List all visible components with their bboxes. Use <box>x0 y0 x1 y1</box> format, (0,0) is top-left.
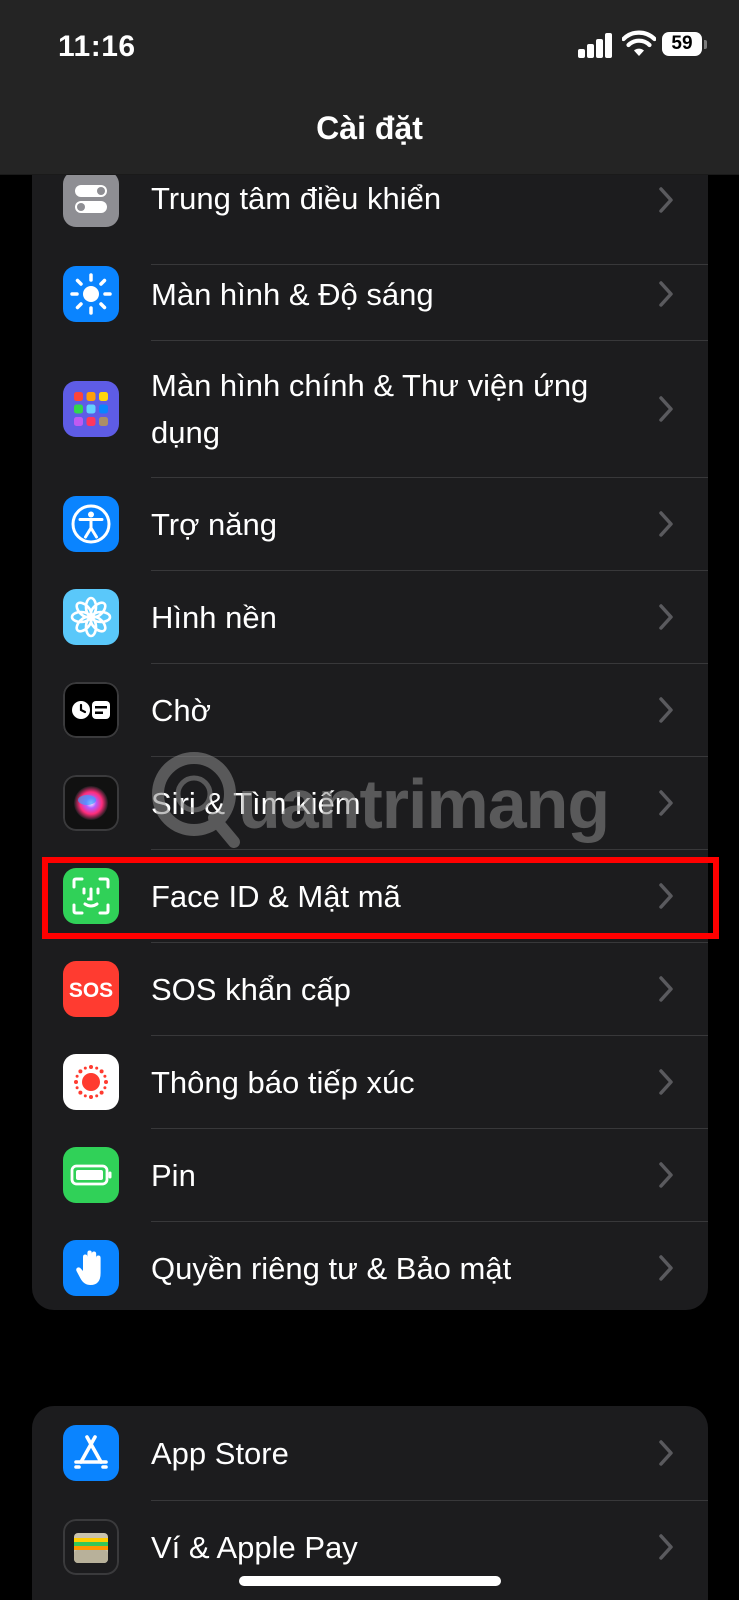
row-label: Trung tâm điều khiển <box>151 181 442 216</box>
chevron-right-icon <box>659 1534 673 1560</box>
row-label: Siri & Tìm kiếm <box>151 786 361 821</box>
row-label: Thông báo tiếp xúc <box>151 1065 415 1100</box>
chevron-right-icon <box>659 604 673 630</box>
status-time: 11:16 <box>58 30 136 63</box>
row-emergency-sos[interactable]: SOS SOS khẩn cấp <box>32 943 708 1036</box>
row-exposure-notifications[interactable]: Thông báo tiếp xúc <box>32 1036 708 1129</box>
app-store-icon <box>63 1425 119 1481</box>
sos-icon: SOS <box>63 961 119 1017</box>
chevron-right-icon <box>659 1440 673 1466</box>
highlight-box <box>42 857 719 939</box>
control-center-icon <box>63 171 119 227</box>
wifi-icon <box>621 30 657 58</box>
row-privacy-security[interactable]: Quyền riêng tư & Bảo mật <box>32 1222 708 1310</box>
row-app-store[interactable]: App Store <box>32 1406 708 1501</box>
chevron-right-icon <box>659 511 673 537</box>
chevron-right-icon <box>659 1069 673 1095</box>
row-label: Hình nền <box>151 600 277 635</box>
row-label: Chờ <box>151 693 211 728</box>
row-label: App Store <box>151 1436 289 1471</box>
battery-icon <box>63 1147 119 1203</box>
row-label: Trợ năng <box>151 507 278 542</box>
row-standby[interactable]: Chờ <box>32 664 708 757</box>
row-accessibility[interactable]: Trợ năng <box>32 478 708 571</box>
page-title: Cài đặt <box>316 110 423 146</box>
chevron-right-icon <box>659 396 673 422</box>
row-label: Màn hình chính & Thư viện ứng dụng <box>151 368 589 450</box>
chevron-right-icon <box>659 697 673 723</box>
chevron-right-icon <box>659 281 673 307</box>
row-label: Quyền riêng tư & Bảo mật <box>151 1251 512 1286</box>
standby-icon <box>63 682 119 738</box>
row-battery[interactable]: Pin <box>32 1129 708 1222</box>
row-siri-search[interactable]: Siri & Tìm kiếm <box>32 757 708 850</box>
row-display-brightness[interactable]: Màn hình & Độ sáng <box>32 248 708 341</box>
status-bar: 11:16 59 <box>0 0 739 90</box>
settings-group-general: Trung tâm điều khiển Màn hình & Độ sáng <box>32 108 708 1310</box>
row-label: Ví & Apple Pay <box>151 1530 358 1565</box>
home-screen-icon <box>63 381 119 437</box>
battery-level: 59 <box>662 32 702 56</box>
hand-icon <box>63 1240 119 1296</box>
row-label: Màn hình & Độ sáng <box>151 277 434 312</box>
row-wallpaper[interactable]: Hình nền <box>32 571 708 664</box>
home-indicator[interactable] <box>239 1576 501 1586</box>
row-home-screen-app-library[interactable]: Màn hình chính & Thư viện ứng dụng <box>32 341 708 478</box>
exposure-notification-icon <box>63 1054 119 1110</box>
svg-text:SOS: SOS <box>69 979 113 1002</box>
siri-icon <box>63 775 119 831</box>
wallet-icon <box>63 1519 119 1575</box>
settings-group-apps: App Store Ví & Apple Pay <box>32 1406 708 1600</box>
row-label: Pin <box>151 1158 196 1193</box>
brightness-icon <box>63 266 119 322</box>
chevron-right-icon <box>659 790 673 816</box>
battery-status-icon: 59 <box>662 32 707 58</box>
chevron-right-icon <box>659 187 673 213</box>
row-label: SOS khẩn cấp <box>151 972 351 1007</box>
cellular-signal-icon <box>578 32 614 58</box>
chevron-right-icon <box>659 976 673 1002</box>
accessibility-icon <box>63 496 119 552</box>
chevron-right-icon <box>659 1162 673 1188</box>
wallpaper-icon <box>63 589 119 645</box>
chevron-right-icon <box>659 1255 673 1281</box>
